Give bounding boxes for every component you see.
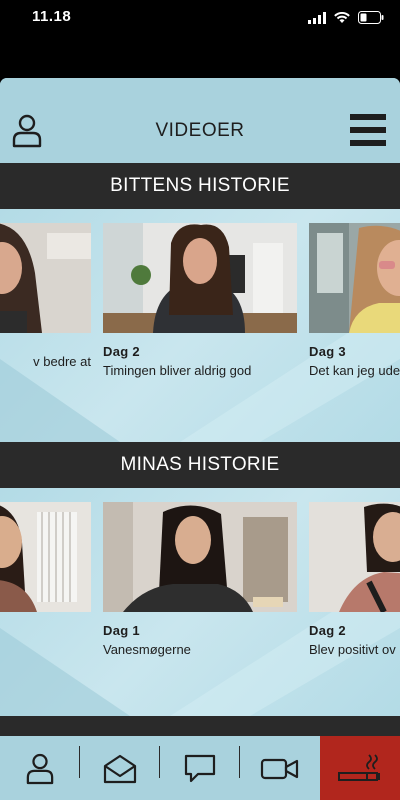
video-day-label: Dag 2 — [309, 623, 346, 638]
video-thumbnail[interactable] — [309, 502, 400, 612]
video-day-label: Dag 1 — [103, 623, 140, 638]
app-screen: VIDEOER BITTENS HISTORIE v bedre at Dag … — [0, 78, 400, 800]
tab-chat[interactable] — [160, 736, 240, 800]
status-icons — [308, 11, 384, 24]
video-carousel-mina[interactable]: Dag 1 Vanesmøgerne Dag 2 Blev positivt o… — [0, 488, 400, 716]
video-caption: Blev positivt ov — [309, 642, 396, 657]
status-time: 11.18 — [32, 8, 72, 25]
video-caption: Timingen bliver aldrig god — [103, 363, 252, 378]
section-title-bitten: BITTENS HISTORIE — [0, 163, 400, 209]
video-card[interactable] — [0, 502, 91, 623]
battery-icon — [358, 11, 384, 24]
video-camera-icon — [260, 758, 299, 779]
video-card[interactable]: Dag 1 Vanesmøgerne — [103, 502, 297, 657]
next-section-bar — [0, 716, 400, 735]
menu-button[interactable] — [350, 114, 386, 146]
video-carousel-bitten[interactable]: v bedre at Dag 2 Timingen bliver aldrig … — [0, 209, 400, 442]
header: VIDEOER — [0, 78, 400, 163]
video-card[interactable]: Dag 3 Det kan jeg ude — [309, 223, 400, 378]
tab-messages[interactable] — [80, 736, 160, 800]
chat-bubble-icon — [184, 754, 216, 782]
video-thumbnail[interactable] — [103, 223, 297, 333]
status-bar: 11.18 — [0, 0, 400, 44]
wifi-icon — [334, 11, 350, 23]
person-icon — [26, 753, 54, 784]
cigarette-icon — [338, 753, 380, 781]
video-card[interactable]: v bedre at — [0, 223, 91, 369]
video-caption: Det kan jeg ude — [309, 363, 400, 378]
video-day-label: Dag 2 — [103, 344, 140, 359]
page-title: VIDEOER — [155, 120, 245, 141]
video-caption: Vanesmøgerne — [103, 642, 191, 657]
video-card[interactable]: Dag 2 Timingen bliver aldrig god — [103, 223, 297, 378]
video-thumbnail[interactable] — [103, 502, 297, 612]
section-title-mina: MINAS HISTORIE — [0, 442, 400, 488]
video-day-label: Dag 3 — [309, 344, 346, 359]
video-thumbnail[interactable] — [0, 223, 91, 333]
cellular-signal-icon — [308, 11, 326, 24]
video-thumbnail[interactable] — [0, 502, 91, 612]
video-thumbnail[interactable] — [309, 223, 400, 333]
tab-videos[interactable] — [240, 736, 320, 800]
envelope-icon — [103, 754, 137, 783]
tab-bar — [0, 735, 400, 800]
tab-profile[interactable] — [0, 736, 80, 800]
hamburger-menu-icon — [350, 114, 386, 146]
video-caption: v bedre at — [33, 354, 91, 369]
tab-smoking[interactable] — [320, 736, 400, 800]
video-card[interactable]: Dag 2 Blev positivt ov — [309, 502, 400, 657]
